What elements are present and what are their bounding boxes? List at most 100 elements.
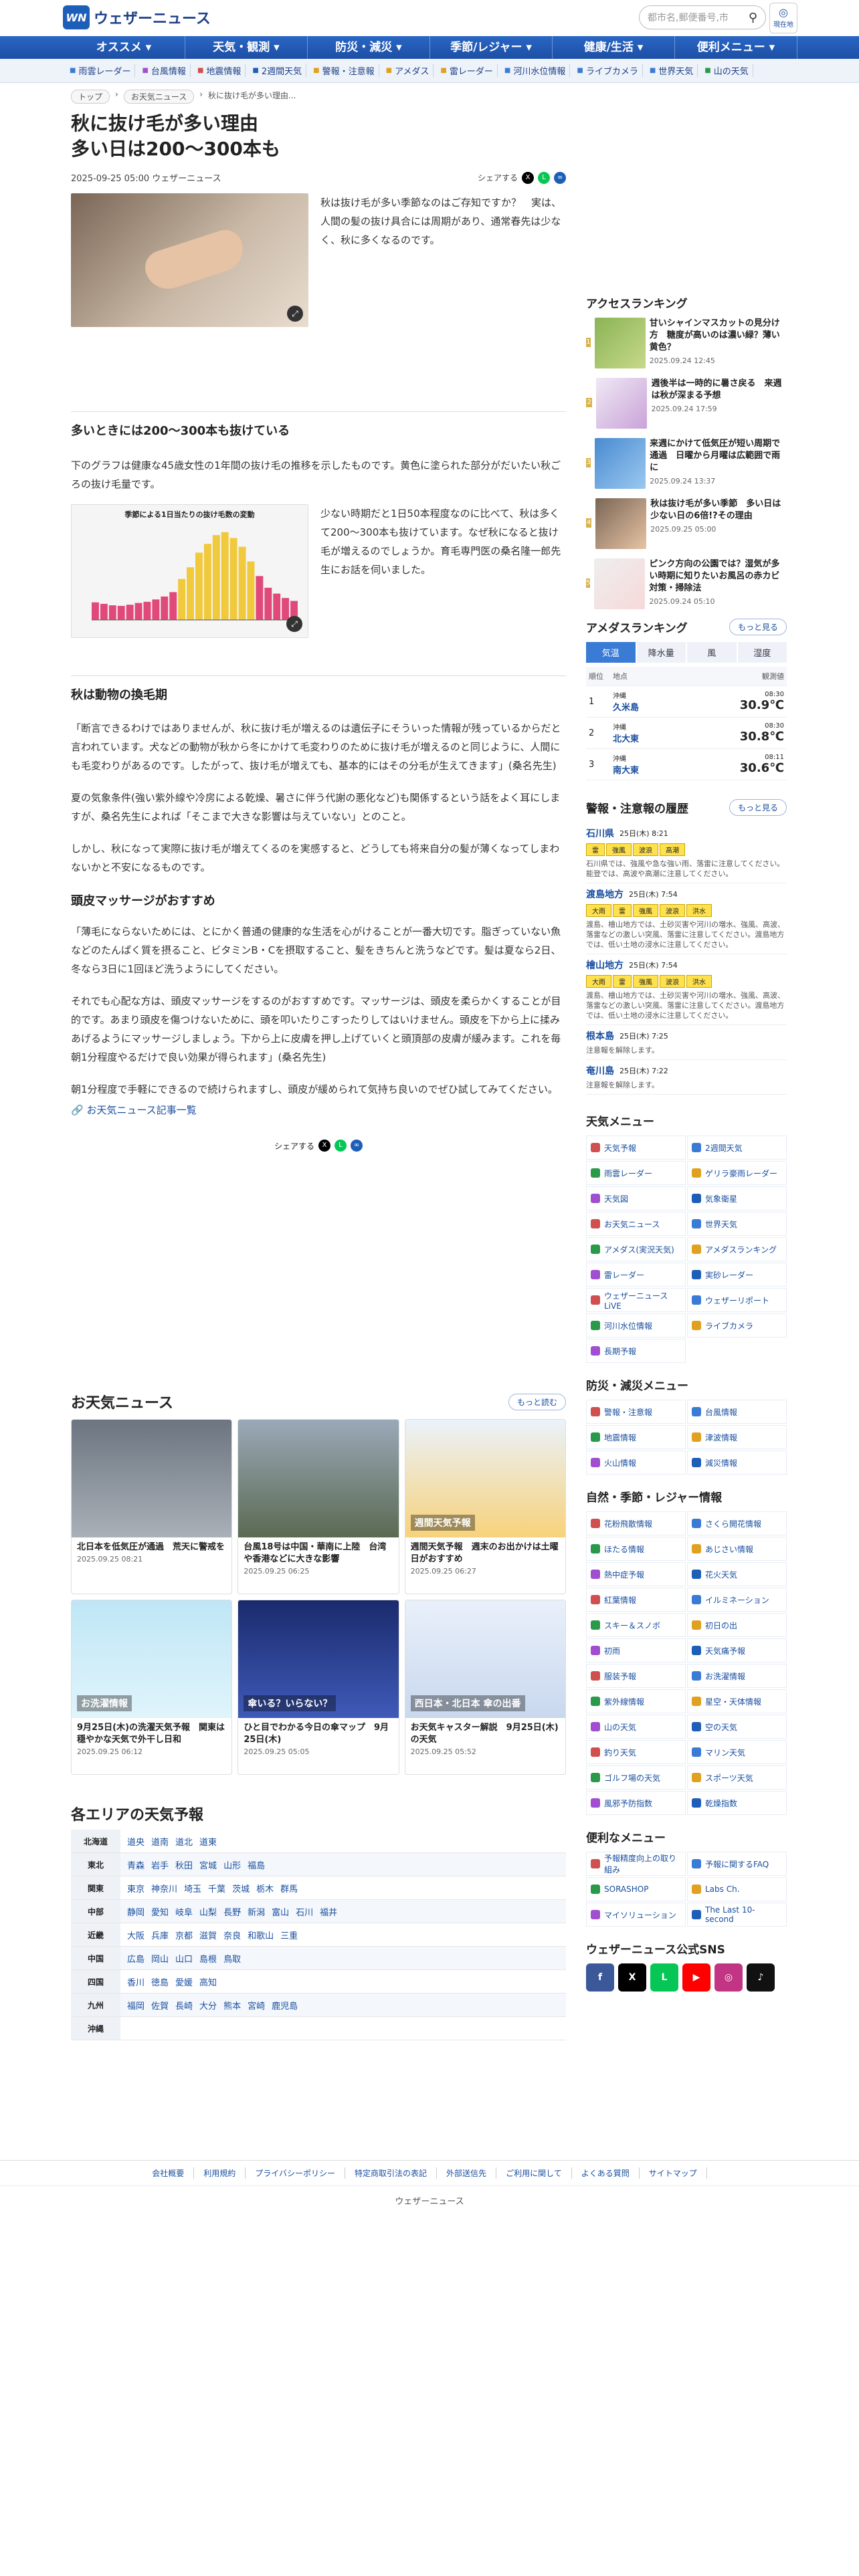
disaster-menu-item[interactable]: 地震情報 <box>586 1425 686 1449</box>
season-menu-item[interactable]: ゴルフ場の天気 <box>586 1765 686 1790</box>
breadcrumb-home[interactable]: トップ <box>71 90 110 104</box>
area-link[interactable]: 岡山 <box>151 1952 169 1965</box>
area-link[interactable]: 宮城 <box>199 1858 217 1871</box>
area-link[interactable]: 道南 <box>151 1835 169 1848</box>
news-card[interactable]: 週間天気予報 週間天気予報 週末のお出かけは土曜日がおすすめ 2025.09.25 … <box>404 1419 566 1594</box>
season-menu-item[interactable]: スポーツ天気 <box>687 1765 787 1790</box>
area-link[interactable]: 大分 <box>199 1999 217 2012</box>
sns-icon[interactable]: X <box>618 1963 646 1992</box>
season-menu-item[interactable]: 天気痛予報 <box>687 1638 787 1662</box>
weather-menu-item[interactable]: 雨雲レーダー <box>586 1161 686 1185</box>
area-link[interactable]: 群馬 <box>280 1882 298 1895</box>
area-link[interactable]: 山口 <box>175 1952 193 1965</box>
area-link[interactable]: 青森 <box>127 1858 145 1871</box>
warning-area[interactable]: 渡島地方 <box>586 887 624 901</box>
search-icon[interactable]: ⚲ <box>749 11 757 25</box>
sns-icon[interactable]: ▶ <box>682 1963 710 1992</box>
area-link[interactable]: 岐阜 <box>175 1905 193 1918</box>
disaster-menu-item[interactable]: 津波情報 <box>687 1425 787 1449</box>
news-card[interactable]: 傘いる？いらない？ ひと目でわかる今日の傘マップ 9月25日(木) 2025.09.… <box>237 1600 399 1775</box>
area-link[interactable]: 岩手 <box>151 1858 169 1871</box>
area-link[interactable]: 香川 <box>127 1975 145 1988</box>
warning-item[interactable]: 渡島地方 25日(木) 7:54 大雨雷強風 波浪 洪水 渡島、檜山地方では、土砂災害や河… <box>586 883 787 954</box>
area-link[interactable]: 長崎 <box>175 1999 193 2012</box>
area-link[interactable]: 埼玉 <box>184 1882 201 1895</box>
area-link[interactable]: 長野 <box>223 1905 241 1918</box>
season-menu-item[interactable]: 空の天気 <box>687 1715 787 1739</box>
area-link[interactable]: 福岡 <box>127 1999 145 2012</box>
useful-menu-item[interactable]: SORASHOP <box>586 1877 686 1901</box>
weather-menu-item[interactable]: 天気図 <box>586 1186 686 1210</box>
news-card[interactable]: 西日本・北日本 傘の出番 お天気キャスター解説 9月25日(木)の天気 2025.0… <box>404 1600 566 1775</box>
subnav-item-2[interactable]: ■ 地震情報 <box>193 64 246 77</box>
season-menu-item[interactable]: 紫外線情報 <box>586 1689 686 1713</box>
share-line-icon[interactable]: L <box>538 171 550 184</box>
news-title[interactable]: お天気キャスター解説 9月25日(木)の天気 <box>405 1718 565 1746</box>
hair-loss-chart[interactable]: 季節による1日当たりの抜け毛数の変動 ⤢ <box>71 504 308 638</box>
season-menu-item[interactable]: さくら開花情報 <box>687 1511 787 1535</box>
weather-menu-item[interactable]: 河川水位情報 <box>586 1313 686 1337</box>
area-link[interactable]: 千葉 <box>208 1882 225 1895</box>
weather-menu-item[interactable]: 長期予報 <box>586 1339 686 1363</box>
nav-item-2[interactable]: 防災・減災 ▾ <box>308 36 430 59</box>
area-link[interactable]: 宮崎 <box>248 1999 265 2012</box>
weather-menu-item[interactable]: ライブカメラ <box>687 1313 787 1337</box>
season-menu-item[interactable]: イルミネーション <box>687 1588 787 1612</box>
warning-area[interactable]: 檜山地方 <box>586 958 624 972</box>
share-x-icon-bottom[interactable]: X <box>318 1140 330 1152</box>
area-link[interactable]: 道東 <box>199 1835 217 1848</box>
article-photo[interactable]: ⤢ <box>71 193 308 327</box>
footer-link[interactable]: プライバシーポリシー <box>255 2167 346 2179</box>
ranking-title[interactable]: ピンク方向の公園では？湿気が多い時期に知りたいお風呂の赤カビ対策・掃除法 <box>649 558 787 595</box>
weather-menu-item[interactable]: お天気ニュース <box>586 1212 686 1236</box>
amedas-tab-1[interactable]: 降水量 <box>636 642 686 663</box>
area-link[interactable]: 富山 <box>272 1905 289 1918</box>
share-link-icon-bottom[interactable]: ∞ <box>351 1140 363 1152</box>
disaster-menu-item[interactable]: 火山情報 <box>586 1451 686 1475</box>
season-menu-item[interactable]: お洗濯情報 <box>687 1664 787 1688</box>
amedas-tab-2[interactable]: 風 <box>687 642 737 663</box>
area-link[interactable]: 和歌山 <box>248 1929 274 1941</box>
search-input[interactable]: 都市名,郵便番号,市 ⚲ <box>639 5 766 29</box>
season-menu-item[interactable]: 花粉飛散情報 <box>586 1511 686 1535</box>
area-link[interactable]: 滋賀 <box>199 1929 217 1941</box>
chart-zoom-icon[interactable]: ⤢ <box>286 616 302 632</box>
sns-icon[interactable]: ♪ <box>747 1963 775 1992</box>
news-list-link[interactable]: 🔗 お天気ニュース記事一覧 <box>71 1103 566 1117</box>
nav-item-3[interactable]: 季節/レジャー ▾ <box>430 36 553 59</box>
season-menu-item[interactable]: 風邪予防指数 <box>586 1791 686 1815</box>
amedas-name[interactable]: 南大東 <box>613 766 639 776</box>
nav-item-1[interactable]: 天気・観測 ▾ <box>185 36 308 59</box>
warning-area[interactable]: 根本島 <box>586 1029 614 1043</box>
warning-item[interactable]: 石川県 25日(木) 8:21 雷強風 波浪 高潮 石川県では、強風や急な強い雨、落雷に注… <box>586 823 787 883</box>
weather-menu-item[interactable]: アメダスランキング <box>687 1237 787 1261</box>
subnav-item-7[interactable]: ■ 河川水位情報 <box>500 64 571 77</box>
season-menu-item[interactable]: 花火天気 <box>687 1562 787 1586</box>
area-link[interactable]: 山形 <box>223 1858 241 1871</box>
area-link[interactable]: 新潟 <box>248 1905 265 1918</box>
area-link[interactable]: 道央 <box>127 1835 145 1848</box>
area-link[interactable]: 三重 <box>280 1929 298 1941</box>
warning-area[interactable]: 奄川島 <box>586 1064 614 1077</box>
season-menu-item[interactable]: マリン天気 <box>687 1740 787 1764</box>
weather-menu-item[interactable]: 2週間天気 <box>687 1136 787 1160</box>
area-link[interactable]: 道北 <box>175 1835 193 1848</box>
nav-item-0[interactable]: オススメ ▾ <box>63 36 185 59</box>
season-menu-item[interactable]: スキー＆スノボ <box>586 1613 686 1637</box>
season-menu-item[interactable]: 紅葉情報 <box>586 1588 686 1612</box>
news-title[interactable]: ひと目でわかる今日の傘マップ 9月25日(木) <box>238 1718 398 1746</box>
ranking-item[interactable]: 2 週後半は一時的に暑さ戻る 来週は秋が深まる予想 2025.09.24 17:59 <box>586 378 787 429</box>
footer-link[interactable]: 利用規約 <box>203 2167 246 2179</box>
useful-menu-item[interactable]: 予報に関するFAQ <box>687 1852 787 1876</box>
nav-item-4[interactable]: 健康/生活 ▾ <box>553 36 675 59</box>
area-link[interactable]: 京都 <box>175 1929 193 1941</box>
breadcrumb-news[interactable]: お天気ニュース <box>123 90 195 104</box>
news-title[interactable]: 北日本を低気圧が通過 荒天に警戒を <box>72 1537 231 1553</box>
weather-menu-item[interactable]: 天気予報 <box>586 1136 686 1160</box>
area-link[interactable]: 広島 <box>127 1952 145 1965</box>
subnav-item-1[interactable]: ■ 台風情報 <box>138 64 191 77</box>
area-link[interactable]: 熊本 <box>223 1999 241 2012</box>
area-link[interactable]: 佐賀 <box>151 1999 169 2012</box>
share-line-icon-bottom[interactable]: L <box>335 1140 347 1152</box>
warning-item[interactable]: 根本島 25日(木) 7:25 注意報を解除します。 <box>586 1025 787 1060</box>
